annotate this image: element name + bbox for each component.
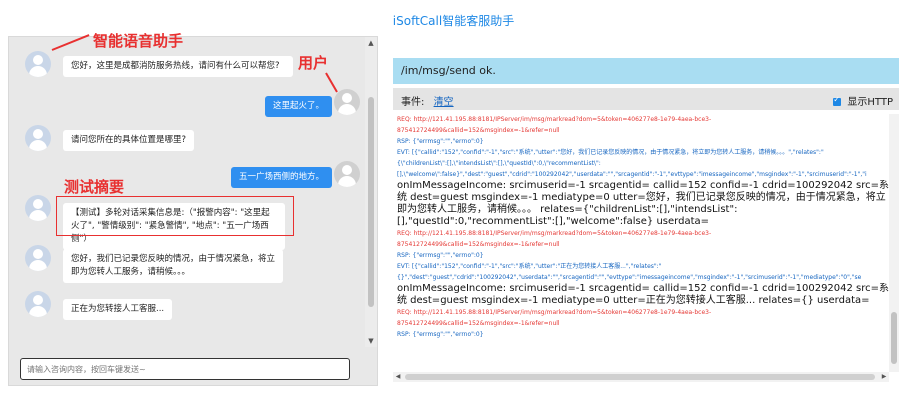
log-line-main: onImMessageIncome: srcimuserid=-1 srcage… [397,283,890,306]
bot-avatar [25,51,51,77]
summary-highlight-box [56,196,294,236]
log-line-req: 875412724499&callid=152&msgindex=-1&refe… [397,241,560,248]
scroll-left-icon[interactable]: ◀ [393,372,403,382]
bot-avatar [25,195,51,221]
bot-avatar [25,291,51,317]
bot-avatar [25,125,51,151]
url-status: /im/msg/send ok. [393,58,899,84]
log-scroll-thumb[interactable] [891,312,897,364]
event-row: 事件: 清空 显示HTTP [393,88,899,110]
log-scrollbar-vertical[interactable] [889,114,899,372]
user-message: 这里起火了。 [265,96,333,117]
log-line-rsp: RSP: {"errmsg":"","errno":0} [397,331,484,338]
chat-input[interactable] [20,358,350,380]
annotation-user-label: 用户 [298,54,329,72]
log-line-evt: EVT: [{"callid":"152","confid":"-1","src… [397,149,824,156]
chat-scrollbar[interactable]: ▲ ▼ [365,37,377,347]
log-line-req: 875412724499&callid=152&msgindex=-1&refe… [397,320,560,327]
annotation-bot-label: 智能语音助手 [93,32,184,50]
log-line-req: REQ: http://121.41.195.88:8181/IPServer/… [397,309,712,316]
log-line-req: 875412724499&callid=152&msgindex=-1&refe… [397,127,560,134]
bot-avatar [25,245,51,271]
scroll-up-icon[interactable]: ▲ [365,37,377,49]
log-line-main: onImMessageIncome: srcimuserid=-1 srcage… [397,180,890,227]
user-avatar [334,161,360,187]
log-line-req: REQ: http://121.41.195.88:8181/IPServer/… [397,230,712,237]
scroll-down-icon[interactable]: ▼ [365,335,377,347]
log-hscroll-thumb[interactable] [405,374,875,380]
user-avatar [334,89,360,115]
show-http-toggle[interactable]: 显示HTTP [833,93,893,108]
bot-message: 您好，这里是成都消防服务热线，请问有什么可以帮您? [63,56,293,77]
user-message: 五一广场西侧的地方。 [231,167,333,188]
log-line-rsp: RSP: {"errmsg":"","errno":0} [397,138,484,145]
scroll-right-icon[interactable]: ▶ [879,372,889,382]
annotation-summary-label: 测试摘要 [64,178,125,196]
log-line-evt: [],\"welcome\":false}","dest":"guest","c… [397,171,867,178]
show-http-label: 显示HTTP [847,97,893,108]
event-label: 事件: [401,97,425,108]
app-title: iSoftCall智能客服助手 [392,14,515,28]
log-line-evt: {\"childrenList\":[],\"intendsList\":[],… [397,160,601,167]
bot-message: 请问您所在的具体位置是哪里? [63,130,195,151]
log-content: REQ: http://121.41.195.88:8181/IPServer/… [397,114,893,340]
log-line-req: REQ: http://121.41.195.88:8181/IPServer/… [397,116,712,123]
debug-panel: /im/msg/send ok. 事件: 清空 显示HTTP REQ: http… [383,36,899,386]
bot-message: 正在为您转接人工客服... [63,299,173,320]
log-area[interactable]: REQ: http://121.41.195.88:8181/IPServer/… [393,114,899,382]
bot-message: 您好，我们已记录您反映的情况，由于情况紧急，将立即为您转人工服务，请稍候。。。 [63,249,283,283]
clear-link[interactable]: 清空 [434,97,454,108]
log-line-rsp: RSP: {"errmsg":"","errno":0} [397,252,484,259]
chat-scroll-thumb[interactable] [368,97,374,307]
log-scrollbar-horizontal[interactable]: ◀ ▶ [393,372,889,382]
show-http-checkbox[interactable] [833,95,842,106]
log-line-evt: {}","dest":"guest","cdrid":"100292042","… [397,274,862,281]
chat-messages[interactable]: 您好，这里是成都消防服务热线，请问有什么可以帮您? 这里起火了。 请问您所在的具… [9,37,367,347]
log-line-evt: EVT: [{"callid":"152","confid":"-1","src… [397,263,662,270]
